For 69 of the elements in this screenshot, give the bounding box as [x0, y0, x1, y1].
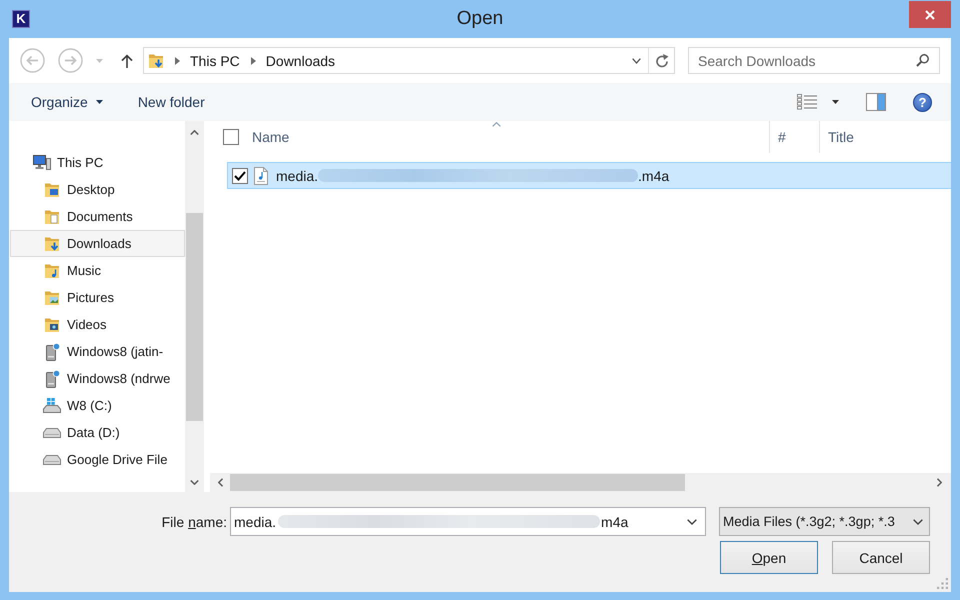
preview-pane-icon[interactable] [866, 93, 886, 111]
column-header[interactable]: # [770, 121, 820, 153]
chevron-right-icon[interactable] [937, 478, 942, 487]
sidebar-item[interactable]: Videos [10, 311, 185, 338]
search-icon[interactable] [916, 54, 929, 67]
drive-icon [43, 454, 61, 464]
checkmark-icon [234, 170, 246, 180]
organize-button[interactable]: Organize [31, 94, 103, 110]
caret-icon [96, 100, 103, 104]
app-logo: K [12, 10, 30, 28]
music-folder-icon [44, 262, 60, 278]
file-name-text: media. [276, 168, 318, 184]
breadcrumb-arrow-icon[interactable] [175, 56, 180, 64]
audio-file-icon [253, 166, 269, 184]
dialog-title: Open [456, 8, 504, 30]
videos-folder-icon [44, 316, 60, 332]
new-folder-button[interactable]: New folder [138, 94, 205, 110]
sidebar-item[interactable]: Downloads [10, 230, 185, 257]
network-drive-icon [44, 370, 60, 388]
details-view-icon[interactable] [797, 94, 817, 110]
windows-drive-icon [43, 398, 61, 413]
chevron-down-icon[interactable] [687, 518, 697, 524]
search-field[interactable]: Search Downloads [688, 47, 940, 74]
close-button[interactable] [909, 1, 951, 28]
file-extension-text: .m4a [638, 168, 670, 184]
sidebar-item[interactable]: Windows8 (ndrwe [10, 365, 185, 392]
breadcrumb-item[interactable]: This PC [190, 52, 240, 68]
file-row[interactable]: media. .m4a [227, 162, 951, 189]
resize-grip-icon[interactable] [937, 578, 948, 589]
sidebar-item[interactable]: W8 (C:) [10, 392, 185, 419]
open-button[interactable]: Open [720, 541, 818, 574]
checkbox[interactable] [232, 168, 248, 184]
scrollbar-thumb[interactable] [186, 213, 203, 421]
file-name-label: File name: [160, 514, 227, 530]
chevron-left-icon[interactable] [218, 478, 223, 487]
sidebar-item[interactable]: Data (D:) [10, 419, 185, 446]
cancel-button[interactable]: Cancel [832, 541, 930, 574]
column-header[interactable]: Name [239, 121, 770, 153]
sidebar-item[interactable]: Documents [10, 203, 185, 230]
caret-icon[interactable] [832, 100, 839, 104]
address-bar[interactable]: This PC Downloads [143, 47, 675, 74]
drive-icon [43, 428, 61, 438]
chevron-down-icon [913, 518, 923, 524]
scrollbar-thumb[interactable] [230, 474, 685, 491]
sidebar-item[interactable]: Music [10, 257, 185, 284]
computer-icon [33, 155, 51, 170]
file-name-field[interactable]: media. m4a [230, 507, 706, 536]
desktop-folder-icon [44, 182, 60, 198]
refresh-icon[interactable] [655, 53, 669, 68]
checkbox[interactable] [223, 129, 239, 145]
pictures-folder-icon [44, 290, 60, 306]
file-type-dropdown[interactable]: Media Files (*.3g2; *.3gp; *.3 [719, 507, 930, 536]
chevron-down-icon[interactable] [190, 480, 199, 485]
chevron-up-icon[interactable] [190, 130, 199, 135]
up-arrow-icon[interactable] [121, 54, 133, 68]
sidebar-item[interactable]: Google Drive File [10, 446, 185, 473]
network-drive-icon [44, 342, 60, 360]
close-icon [925, 10, 935, 20]
breadcrumb-item[interactable]: Downloads [266, 52, 336, 68]
sidebar-item[interactable]: Windows8 (jatin- [10, 338, 185, 365]
downloads-folder-icon [148, 52, 164, 68]
breadcrumb-arrow-icon[interactable] [250, 56, 256, 64]
downloads-folder-icon [44, 236, 60, 252]
chevron-down-icon[interactable] [632, 58, 641, 64]
sidebar-item[interactable]: Pictures [10, 284, 185, 311]
documents-folder-icon [44, 208, 60, 224]
sidebar-item[interactable]: This PC [10, 149, 185, 176]
column-header[interactable]: Title [820, 121, 951, 153]
sidebar-item[interactable]: Desktop [10, 176, 185, 203]
